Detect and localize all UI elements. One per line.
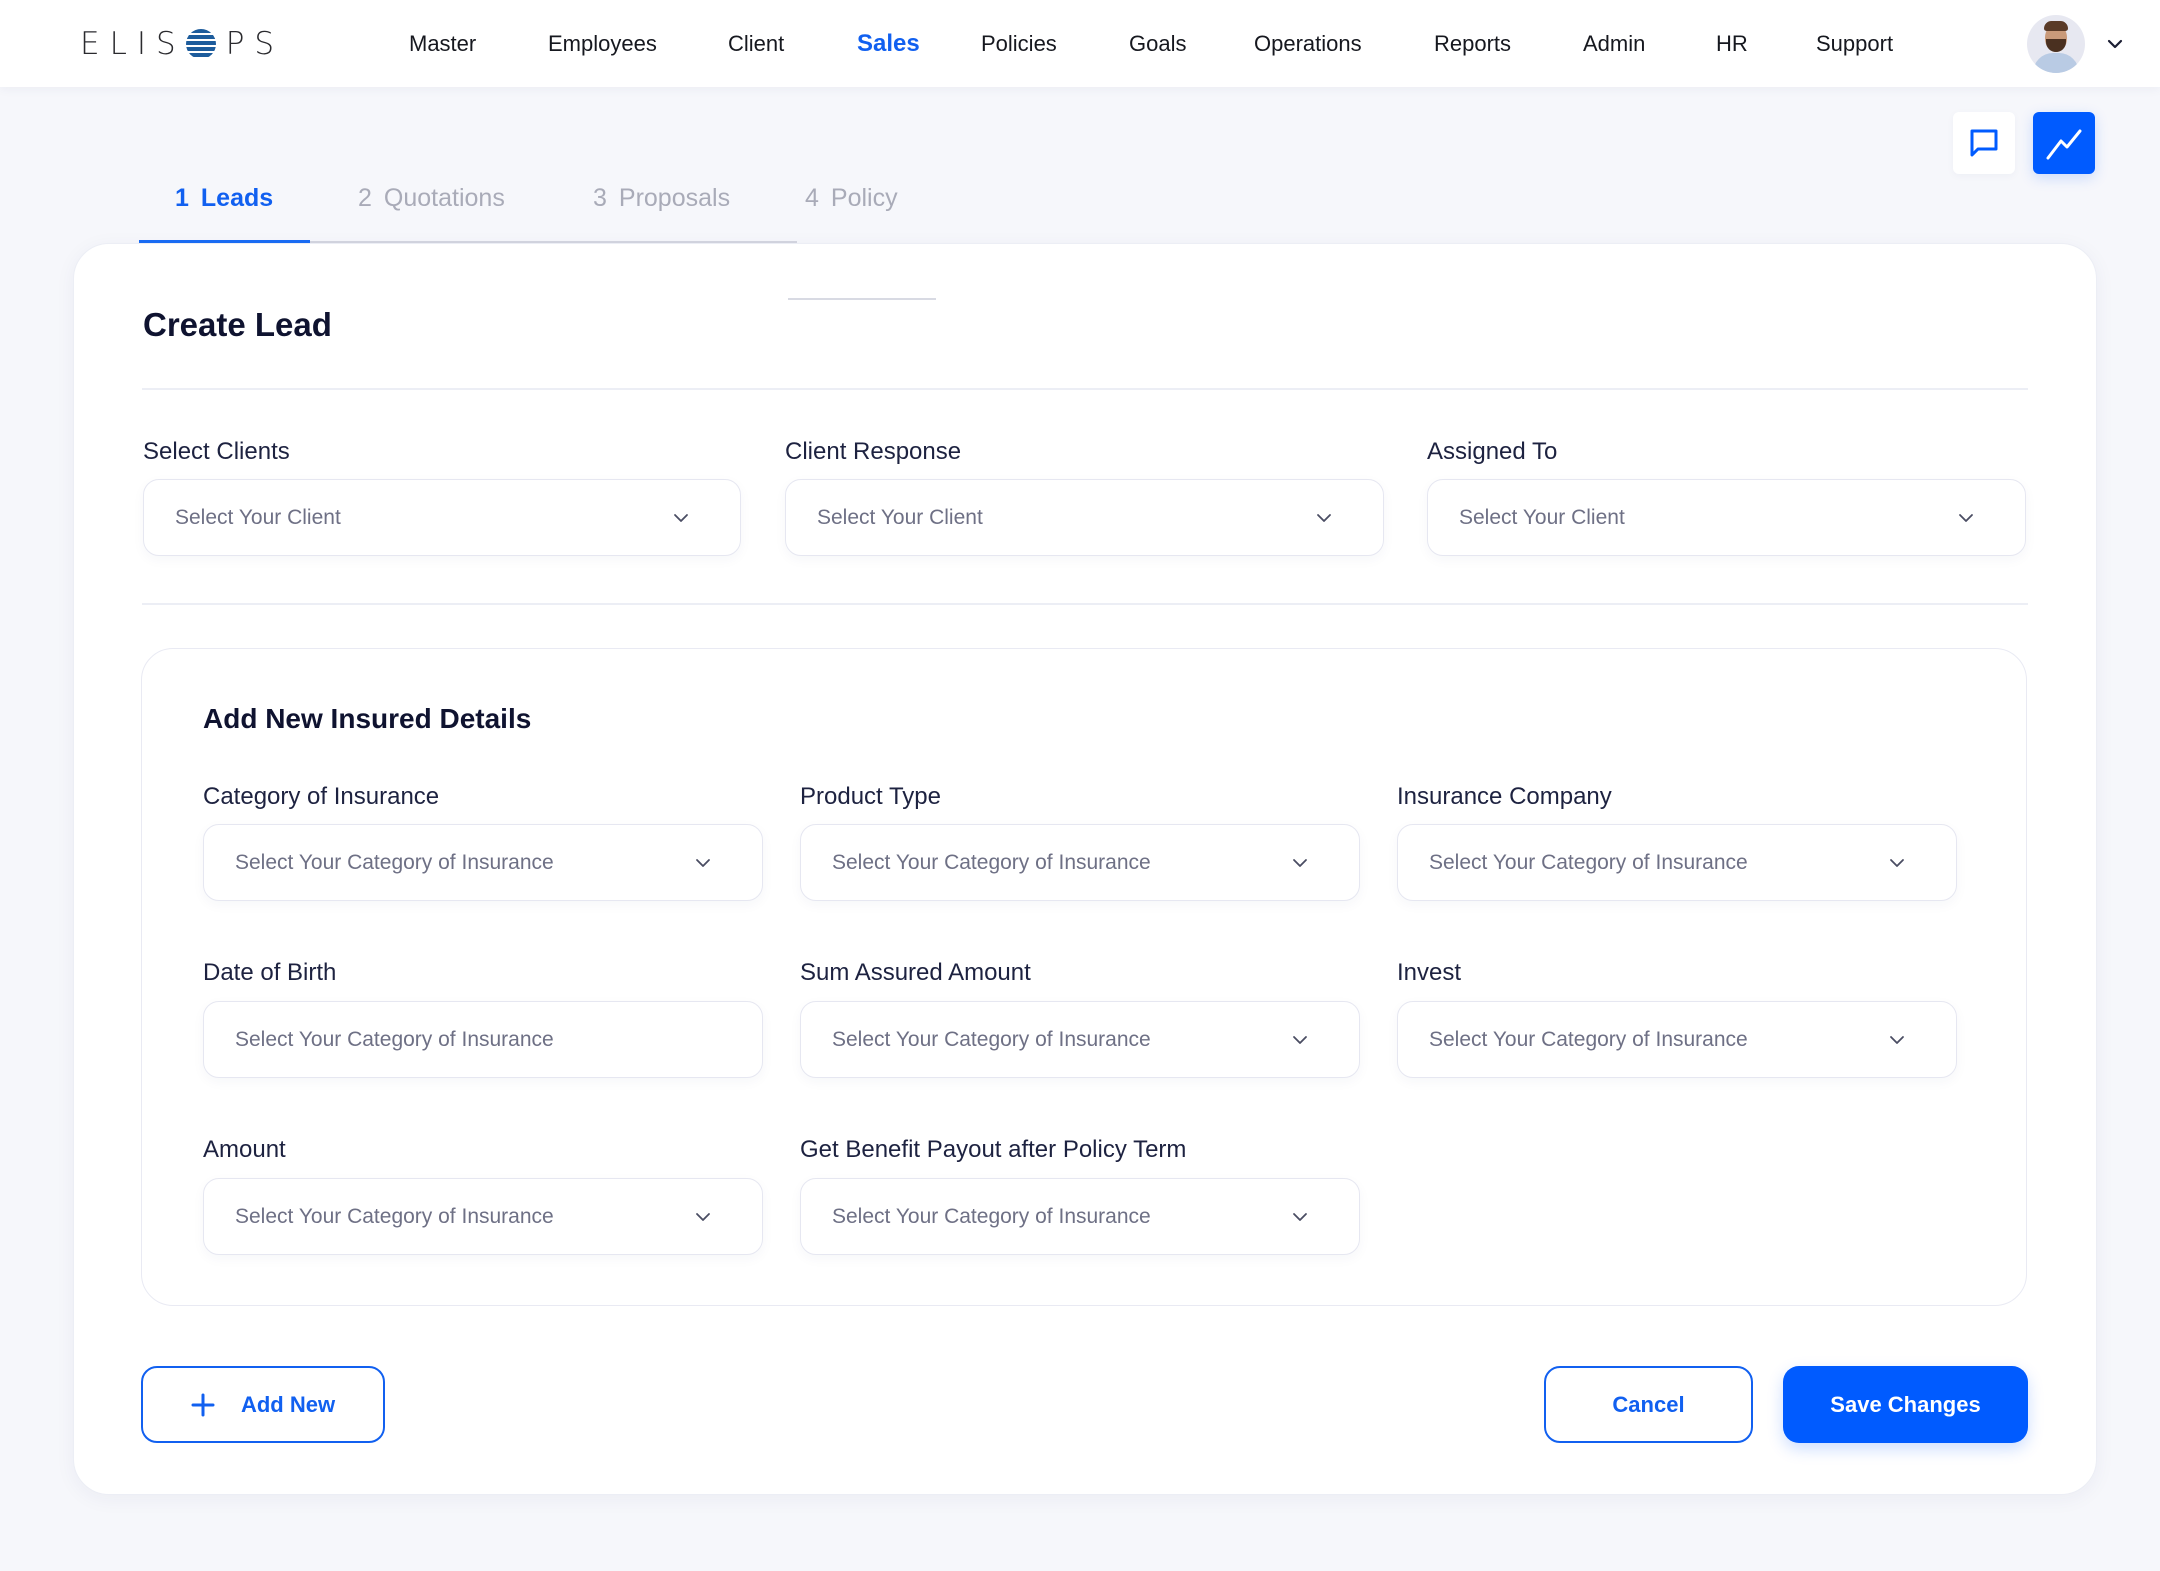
user-avatar[interactable]: [2027, 15, 2085, 73]
select-placeholder: Select Your Category of Insurance: [832, 851, 1151, 874]
product-type-label: Product Type: [800, 783, 941, 810]
cancel-button[interactable]: Cancel: [1544, 1366, 1753, 1443]
chevron-down-icon: [1959, 514, 1973, 522]
title-divider: [142, 388, 2028, 390]
nav-goals[interactable]: Goals: [1129, 31, 1186, 57]
tab-label: Leads: [200, 184, 274, 212]
tab-number: 3: [593, 184, 607, 212]
nav-master[interactable]: Master: [409, 31, 476, 57]
category-of-insurance-label: Category of Insurance: [203, 783, 440, 810]
tab-quotations[interactable]: 2 Quotations: [358, 184, 505, 213]
invest-label: Invest: [1397, 959, 1462, 986]
nav-support[interactable]: Support: [1816, 31, 1893, 57]
nav-client[interactable]: Client: [728, 31, 784, 57]
nav-sales[interactable]: Sales: [857, 30, 920, 58]
chevron-down-icon: [1317, 514, 1331, 522]
select-placeholder: Select Your Category of Insurance: [235, 851, 554, 874]
amount-dropdown[interactable]: Select Your Category of Insurance: [203, 1178, 763, 1255]
category-of-insurance-dropdown[interactable]: Select Your Category of Insurance: [203, 824, 763, 901]
nav-employees[interactable]: Employees: [548, 31, 657, 57]
tab-number: 1: [175, 184, 189, 212]
step-tabs: 1 Leads 2 Quotations 3 Proposals 4 Policy: [139, 170, 898, 243]
plus-icon: [191, 1393, 215, 1416]
logo-text-right: PS: [225, 26, 285, 62]
assigned-to-dropdown[interactable]: Select Your Client: [1427, 479, 2026, 556]
tab-leads[interactable]: 1 Leads: [175, 184, 273, 213]
select-placeholder: Select Your Category of Insurance: [1429, 1028, 1748, 1051]
product-type-dropdown[interactable]: Select Your Category of Insurance: [800, 824, 1360, 901]
elisops-logo[interactable]: ELIS PS: [80, 26, 284, 62]
benefit-payout-dropdown[interactable]: Select Your Category of Insurance: [800, 1178, 1360, 1255]
add-new-label: Add New: [240, 1391, 336, 1417]
assigned-to-label: Assigned To: [1427, 438, 1558, 465]
nav-admin[interactable]: Admin: [1583, 31, 1645, 57]
chevron-down-icon: [1293, 1036, 1307, 1044]
add-new-button[interactable]: Add New: [141, 1366, 385, 1443]
chevron-down-icon: [696, 859, 710, 867]
avatar-hair: [2044, 21, 2068, 31]
decorative-line: [788, 298, 936, 300]
tab-number: 2: [358, 184, 372, 212]
client-response-label: Client Response: [785, 438, 962, 465]
chat-button[interactable]: [1953, 112, 2015, 174]
tab-label: Policy: [830, 184, 898, 212]
tab-proposals[interactable]: 3 Proposals: [593, 184, 730, 213]
input-placeholder: Select Your Category of Insurance: [235, 1028, 554, 1051]
nav-reports[interactable]: Reports: [1434, 31, 1511, 57]
tab-label: Proposals: [618, 184, 731, 212]
date-of-birth-input[interactable]: Select Your Category of Insurance: [203, 1001, 763, 1078]
select-placeholder: Select Your Category of Insurance: [832, 1028, 1151, 1051]
tab-policy[interactable]: 4 Policy: [805, 184, 898, 213]
nav-operations[interactable]: Operations: [1254, 31, 1362, 57]
section-divider: [142, 603, 2028, 605]
sum-assured-amount-dropdown[interactable]: Select Your Category of Insurance: [800, 1001, 1360, 1078]
logo-text-left: ELIS: [80, 26, 186, 62]
tab-label: Quotations: [383, 184, 505, 212]
chevron-down-icon: [696, 1213, 710, 1221]
select-clients-dropdown[interactable]: Select Your Client: [143, 479, 741, 556]
chevron-down-icon: [1890, 1036, 1904, 1044]
date-of-birth-label: Date of Birth: [203, 959, 337, 986]
chevron-down-icon: [674, 514, 688, 522]
select-placeholder: Select Your Client: [1459, 506, 1625, 529]
avatar-beard: [2046, 39, 2066, 52]
page-title: Create Lead: [143, 306, 332, 343]
amount-label: Amount: [203, 1136, 286, 1163]
sum-assured-amount-label: Sum Assured Amount: [800, 959, 1031, 986]
section-title: Add New Insured Details: [203, 703, 532, 734]
nav-hr[interactable]: HR: [1716, 31, 1748, 57]
chevron-down-icon: [1293, 859, 1307, 867]
select-placeholder: Select Your Client: [175, 506, 341, 529]
select-placeholder: Select Your Client: [817, 506, 983, 529]
client-response-dropdown[interactable]: Select Your Client: [785, 479, 1384, 556]
chevron-down-icon: [1293, 1213, 1307, 1221]
chevron-down-icon: [1890, 859, 1904, 867]
benefit-payout-label: Get Benefit Payout after Policy Term: [800, 1136, 1187, 1163]
select-placeholder: Select Your Category of Insurance: [1429, 851, 1748, 874]
chat-bubble-icon: [1970, 129, 1998, 157]
top-navbar: ELIS PS Master Employees Client Sales Po…: [0, 0, 2160, 87]
insurance-company-label: Insurance Company: [1397, 783, 1612, 810]
select-placeholder: Select Your Category of Insurance: [832, 1205, 1151, 1228]
chevron-down-icon[interactable]: [2105, 34, 2125, 54]
nav-policies[interactable]: Policies: [981, 31, 1057, 57]
invest-dropdown[interactable]: Select Your Category of Insurance: [1397, 1001, 1957, 1078]
globe-icon: [185, 29, 216, 59]
avatar-body: [2033, 53, 2079, 73]
analytics-button[interactable]: [2033, 112, 2095, 174]
select-clients-label: Select Clients: [143, 438, 290, 465]
insurance-company-dropdown[interactable]: Select Your Category of Insurance: [1397, 824, 1957, 901]
trend-chart-icon: [2046, 129, 2082, 160]
tab-number: 4: [805, 184, 819, 212]
select-placeholder: Select Your Category of Insurance: [235, 1205, 554, 1228]
save-changes-button[interactable]: Save Changes: [1783, 1366, 2028, 1443]
